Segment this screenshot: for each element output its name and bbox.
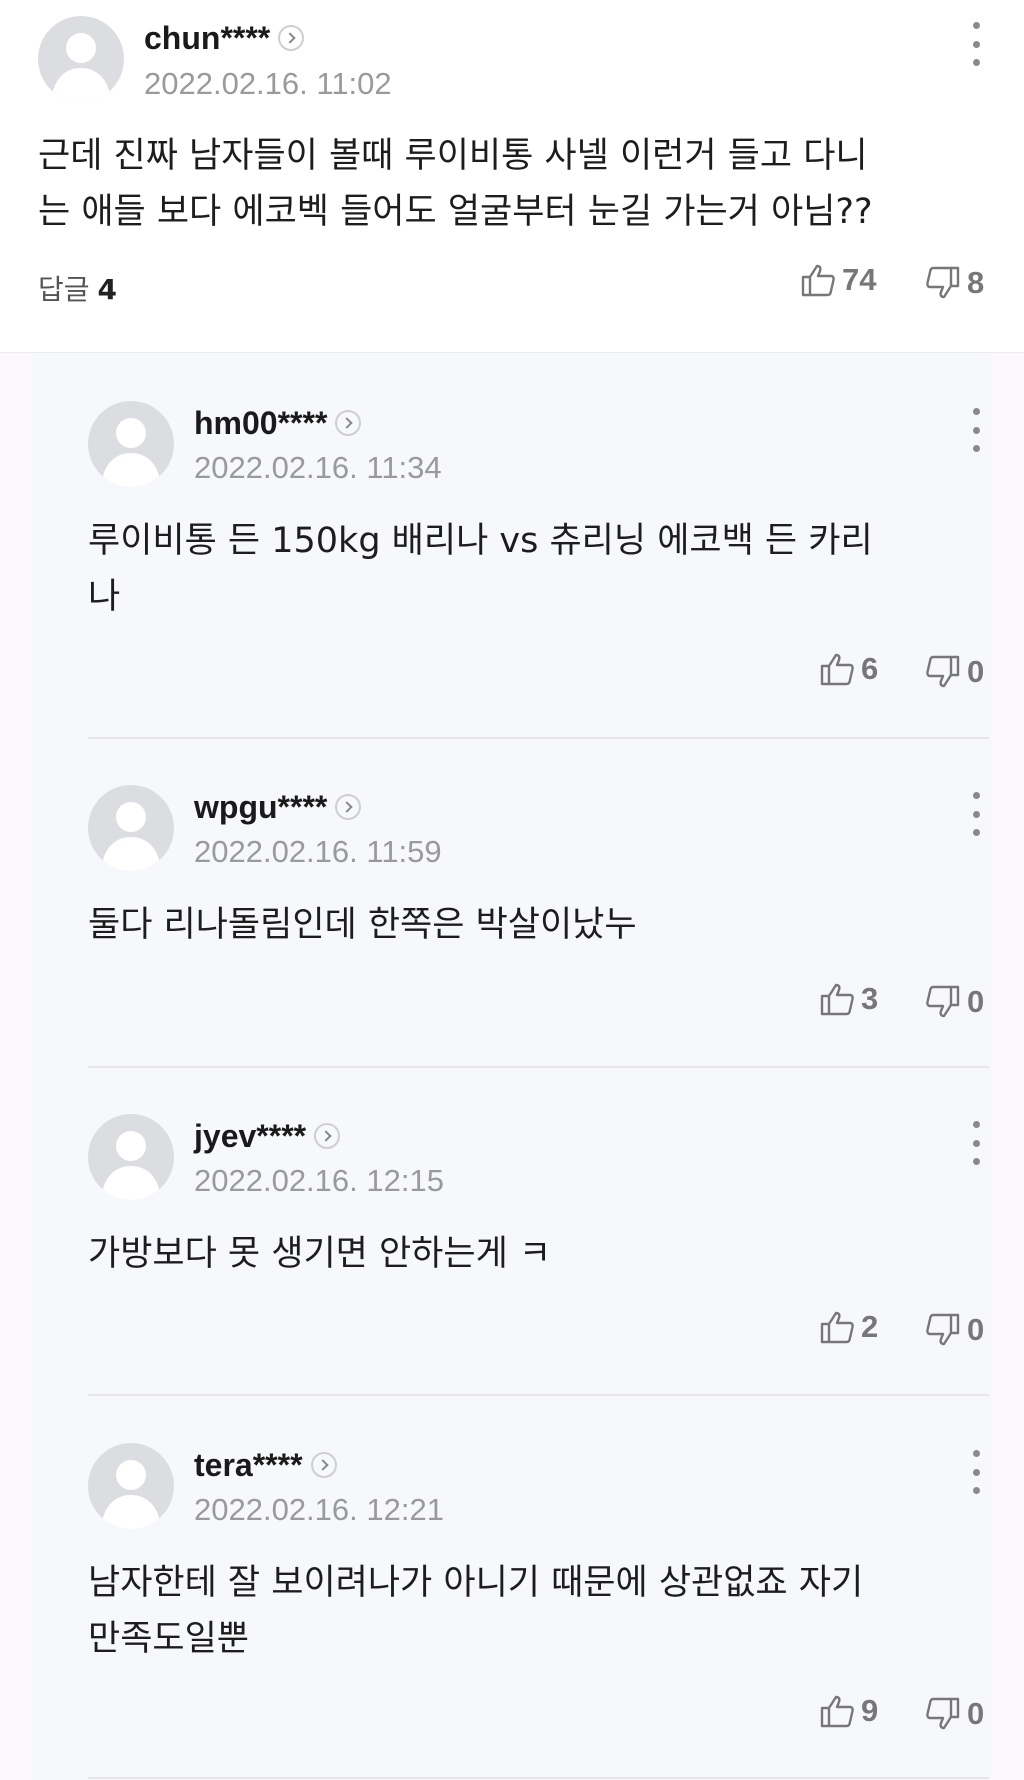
reply-text-line: 가방보다 못 생기면 안하는게 ㅋ xyxy=(88,1234,552,1274)
like-count: 3 xyxy=(861,981,879,1016)
chevron-right-circle-icon[interactable] xyxy=(335,409,362,436)
reply-text-line: 나 xyxy=(88,577,121,617)
chevron-right-circle-icon[interactable] xyxy=(335,793,362,820)
like-button[interactable]: 3 xyxy=(819,981,878,1017)
thumbs-down-icon xyxy=(926,266,960,299)
like-count: 2 xyxy=(861,1309,879,1344)
dislike-count: 0 xyxy=(967,1312,985,1347)
divider xyxy=(88,1394,989,1396)
dislike-count: 0 xyxy=(967,654,985,689)
thumbs-down-icon xyxy=(926,655,960,688)
like-button[interactable]: 74 xyxy=(800,262,876,298)
chevron-right-circle-icon[interactable] xyxy=(278,24,305,51)
reply-text: 둘다 리나돌림인데 한쪽은 박살이났누 xyxy=(88,897,968,953)
thumbs-up-icon xyxy=(820,1311,854,1344)
avatar[interactable] xyxy=(88,1443,174,1529)
thumbs-up-icon xyxy=(820,1695,854,1728)
like-button[interactable]: 9 xyxy=(819,1693,878,1729)
more-vertical-icon[interactable] xyxy=(968,792,984,836)
reply-text: 루이비통 든 150kg 배리나 vs 츄리닝 에코백 든 카리 나 xyxy=(88,513,968,625)
dislike-button[interactable]: 0 xyxy=(925,984,984,1020)
dislike-button[interactable]: 0 xyxy=(925,1312,984,1348)
comment-text: 근데 진짜 남자들이 볼때 루이비통 사넬 이런거 들고 다니 는 애들 보다 … xyxy=(38,128,998,240)
chevron-right-circle-icon[interactable] xyxy=(314,1122,341,1149)
reply-text-line: 남자한테 잘 보이려나가 아니기 때문에 상관없죠 자기 xyxy=(88,1563,864,1603)
username-text[interactable]: hm00**** xyxy=(194,405,327,441)
dislike-button[interactable]: 0 xyxy=(925,654,984,690)
username[interactable]: chun**** xyxy=(144,20,305,57)
avatar[interactable] xyxy=(38,16,124,102)
reply-text-line: 루이비통 든 150kg 배리나 vs 츄리닝 에코백 든 카리 xyxy=(88,521,873,561)
like-button[interactable]: 6 xyxy=(819,651,878,687)
thumbs-down-icon xyxy=(926,1697,960,1730)
timestamp: 2022.02.16. 11:34 xyxy=(194,450,442,485)
more-vertical-icon[interactable] xyxy=(968,1450,984,1494)
reply-count: 4 xyxy=(97,273,118,306)
default-user-avatar-icon xyxy=(51,33,111,102)
timestamp: 2022.02.16. 11:59 xyxy=(194,834,442,869)
dislike-count: 0 xyxy=(967,1696,985,1731)
timestamp: 2022.02.16. 11:02 xyxy=(144,66,392,101)
more-vertical-icon[interactable] xyxy=(968,408,984,452)
thumbs-up-icon xyxy=(820,653,854,686)
chevron-right-circle-icon[interactable] xyxy=(310,1451,337,1478)
reply-label: 답글 xyxy=(38,273,90,306)
divider xyxy=(88,737,989,739)
reply-text-line: 둘다 리나돌림인데 한쪽은 박살이났누 xyxy=(88,905,637,945)
thumbs-up-icon xyxy=(801,264,835,297)
username[interactable]: hm00**** xyxy=(194,405,362,442)
dislike-button[interactable]: 8 xyxy=(925,265,984,301)
username[interactable]: jyev**** xyxy=(194,1118,341,1155)
divider xyxy=(88,1066,989,1068)
reply-text: 남자한테 잘 보이려나가 아니기 때문에 상관없죠 자기 만족도일뿐 xyxy=(88,1555,968,1667)
username-text[interactable]: chun**** xyxy=(144,20,270,56)
thumbs-down-icon xyxy=(926,1313,960,1346)
like-count: 9 xyxy=(861,1693,879,1728)
avatar[interactable] xyxy=(88,1114,174,1200)
more-vertical-icon[interactable] xyxy=(968,1121,984,1165)
like-count: 6 xyxy=(861,651,879,686)
timestamp: 2022.02.16. 12:15 xyxy=(194,1163,444,1198)
comment-text-line: 근데 진짜 남자들이 볼때 루이비통 사넬 이런거 들고 다니 xyxy=(38,136,868,176)
dislike-button[interactable]: 0 xyxy=(925,1696,984,1732)
thumbs-down-icon xyxy=(926,985,960,1018)
default-user-avatar-icon xyxy=(101,1131,161,1200)
dislike-count: 8 xyxy=(967,265,985,300)
reply-text-line: 만족도일뿐 xyxy=(88,1619,250,1659)
reply-text: 가방보다 못 생기면 안하는게 ㅋ xyxy=(88,1226,968,1282)
divider xyxy=(88,1777,989,1779)
default-user-avatar-icon xyxy=(101,1460,161,1529)
avatar[interactable] xyxy=(88,401,174,487)
like-count: 74 xyxy=(842,262,877,297)
username[interactable]: tera**** xyxy=(194,1447,337,1484)
dislike-count: 0 xyxy=(967,984,985,1019)
main-comment: chun**** 2022.02.16. 11:02 근데 진짜 남자들이 볼때… xyxy=(0,0,1024,353)
username[interactable]: wpgu**** xyxy=(194,789,362,826)
username-text[interactable]: wpgu**** xyxy=(194,789,327,825)
thumbs-up-icon xyxy=(820,983,854,1016)
comment-text-line: 는 애들 보다 에코벡 들어도 얼굴부터 눈길 가는거 아님?? xyxy=(38,192,873,232)
reply-list: hm00**** 2022.02.16. 11:34 루이비통 든 150kg … xyxy=(0,353,1024,1780)
avatar[interactable] xyxy=(88,785,174,871)
default-user-avatar-icon xyxy=(101,802,161,871)
username-text[interactable]: tera**** xyxy=(194,1447,303,1483)
username-text[interactable]: jyev**** xyxy=(194,1118,306,1154)
default-user-avatar-icon xyxy=(101,418,161,487)
timestamp: 2022.02.16. 12:21 xyxy=(194,1492,444,1527)
more-vertical-icon[interactable] xyxy=(968,22,984,66)
reply-count-button[interactable]: 답글 4 xyxy=(38,268,117,308)
like-button[interactable]: 2 xyxy=(819,1309,878,1345)
